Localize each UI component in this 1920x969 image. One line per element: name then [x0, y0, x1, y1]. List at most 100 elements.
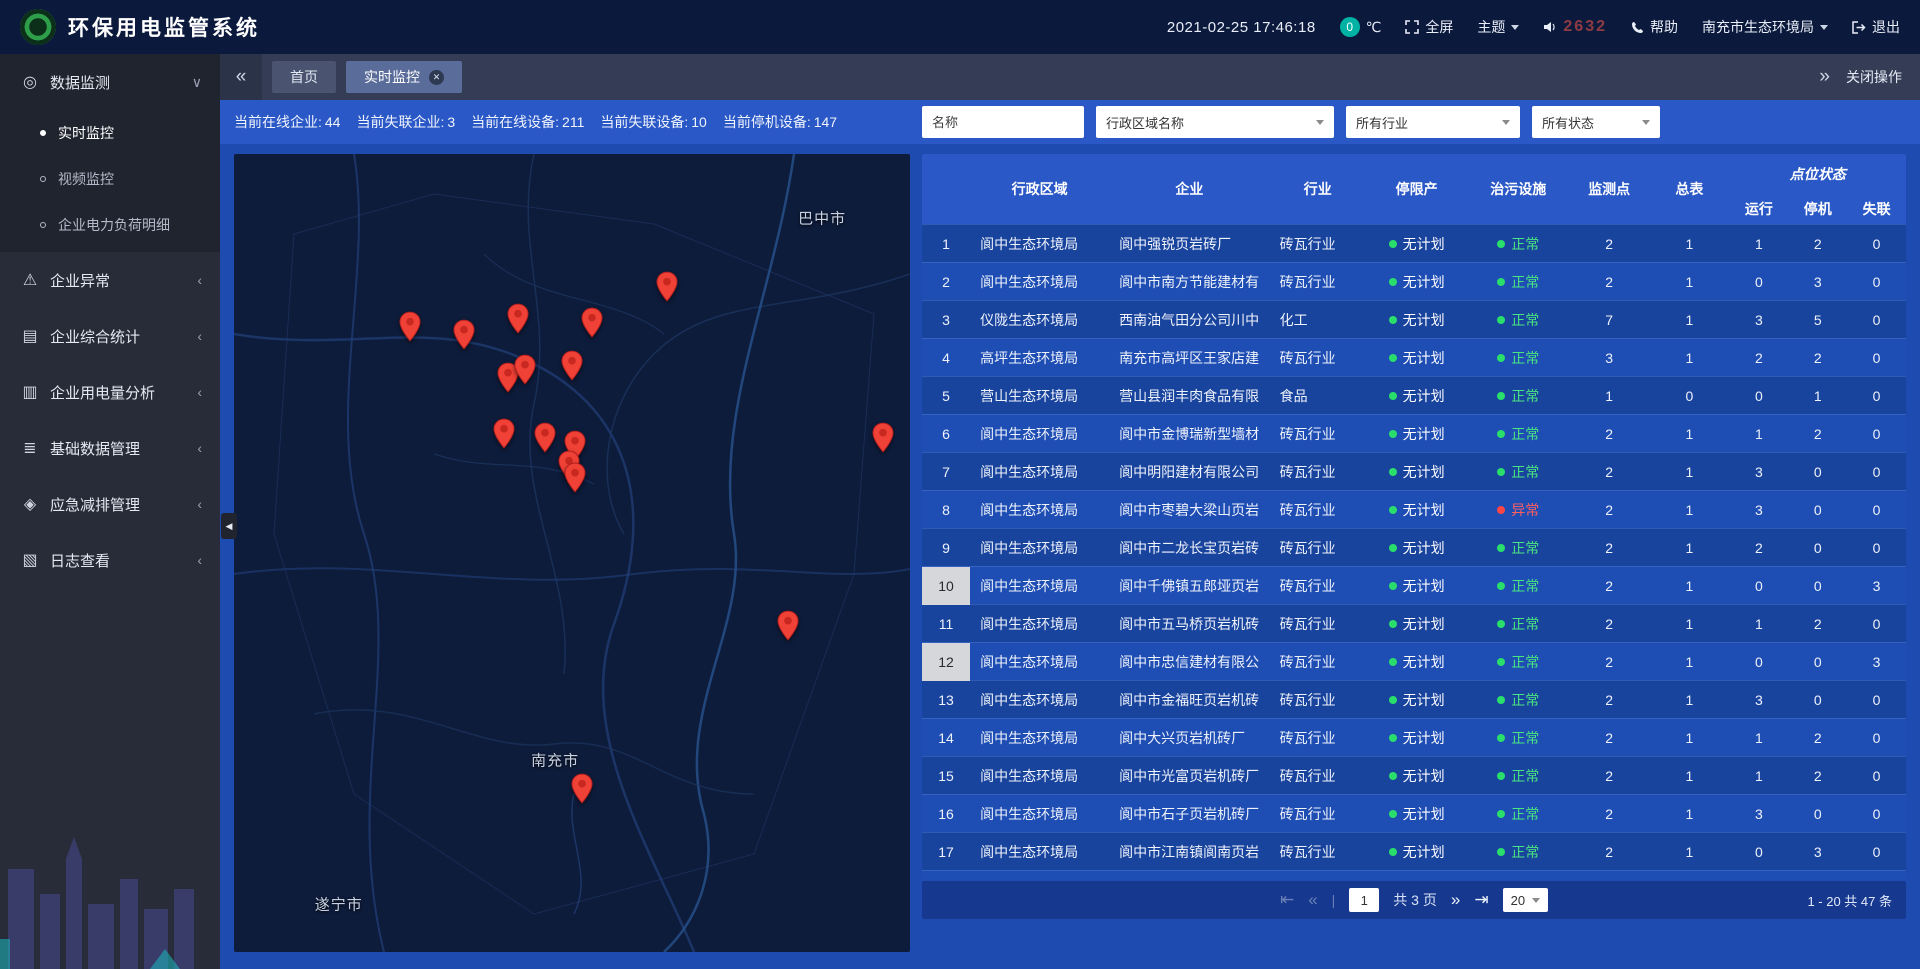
table-row[interactable]: 5 营山生态环境局 营山县润丰肉食品有限 食品 无计划 — [922, 376, 1906, 414]
fullscreen-button[interactable]: 全屏 — [1405, 17, 1453, 37]
cell-offline: 0 — [1847, 768, 1906, 784]
tab-home[interactable]: 首页 — [272, 61, 336, 93]
cell-stopped: 2 — [1788, 426, 1847, 442]
first-page-button[interactable]: ⇤ — [1280, 890, 1294, 910]
sidebar-group-enterprise-abnormal[interactable]: ⚠ 企业异常 ‹ — [0, 252, 220, 308]
cell-monitor-points: 2 — [1569, 236, 1649, 252]
help-button[interactable]: 帮助 — [1631, 17, 1678, 37]
org-dropdown[interactable]: 南充市生态环境局 — [1702, 17, 1828, 37]
map-city-label: 南充市 — [531, 750, 579, 771]
region-filter-select[interactable]: 行政区域名称 — [1096, 106, 1334, 138]
map-collapse-button[interactable]: ◀ — [221, 513, 237, 539]
map-pin-icon[interactable] — [493, 418, 516, 449]
sidebar-item-realtime-monitor[interactable]: 实时监控 — [0, 110, 220, 156]
logout-button[interactable]: 退出 — [1852, 17, 1900, 37]
row-index: 7 — [922, 453, 970, 491]
table-row[interactable]: 17 阆中生态环境局 阆中市江南镇阆南页岩 砖瓦行业 无计划 — [922, 832, 1906, 870]
facility-status-badge: 正常 — [1497, 690, 1539, 710]
cell-total-meters: 1 — [1649, 426, 1729, 442]
map-pin-icon[interactable] — [564, 462, 587, 493]
status-filter-select[interactable]: 所有状态 — [1532, 106, 1660, 138]
theme-dropdown[interactable]: 主题 — [1477, 17, 1519, 37]
map-pin-icon[interactable] — [571, 773, 594, 804]
current-page-input[interactable]: 1 — [1349, 888, 1379, 912]
cell-offline: 0 — [1847, 692, 1906, 708]
sidebar-item-video-monitor[interactable]: 视频监控 — [0, 156, 220, 202]
cell-industry: 砖瓦行业 — [1270, 538, 1366, 558]
industry-filter-select[interactable]: 所有行业 — [1346, 106, 1520, 138]
map-pin-icon[interactable] — [581, 307, 604, 338]
cell-stopped: 3 — [1788, 844, 1847, 860]
table-row[interactable]: 1 阆中生态环境局 阆中强锐页岩砖厂 砖瓦行业 无计划 — [922, 224, 1906, 262]
sidebar-item-power-load-detail[interactable]: 企业电力负荷明细 — [0, 202, 220, 248]
table-row[interactable]: 2 阆中生态环境局 阆中市南方节能建材有 砖瓦行业 无计划 — [922, 262, 1906, 300]
sidebar-group-data-monitor[interactable]: ◎ 数据监测 ∨ — [0, 54, 220, 110]
map-pin-icon[interactable] — [452, 319, 475, 350]
last-page-button[interactable]: ⇥ — [1474, 890, 1488, 910]
tabs-scroll-left-button[interactable]: « — [220, 54, 262, 100]
table-row[interactable]: 10 阆中生态环境局 阆中千佛镇五郎垭页岩 砖瓦行业 无计划 — [922, 566, 1906, 604]
cell-company: 阆中市江南镇阆南页岩 — [1109, 842, 1269, 862]
tab-realtime-monitor[interactable]: 实时监控 ✕ — [346, 61, 462, 93]
facility-status-badge: 正常 — [1497, 842, 1539, 862]
table-row[interactable]: 7 阆中生态环境局 阆中明阳建材有限公司 砖瓦行业 无计划 — [922, 452, 1906, 490]
map-pin-icon[interactable] — [513, 354, 536, 385]
filter-bar: 行政区域名称 所有行业 所有状态 — [922, 106, 1906, 138]
table-row[interactable]: 9 阆中生态环境局 阆中市二龙长宝页岩砖 砖瓦行业 无计划 — [922, 528, 1906, 566]
page-size-select[interactable]: 20 — [1503, 888, 1548, 912]
map-pin-icon[interactable] — [506, 303, 529, 334]
table-row[interactable]: 12 阆中生态环境局 阆中市忠信建材有限公 砖瓦行业 无计划 — [922, 642, 1906, 680]
sidebar-group-emergency[interactable]: ◈ 应急减排管理 ‹ — [0, 476, 220, 532]
cell-stopped: 2 — [1788, 236, 1847, 252]
table-row[interactable]: 8 阆中生态环境局 阆中市枣碧大梁山页岩 砖瓦行业 无计划 — [922, 490, 1906, 528]
status-dot-icon — [1497, 696, 1505, 704]
stats-filter-strip: 当前在线企业:44 当前失联企业:3 当前在线设备:211 当前失联设备:10 … — [220, 100, 1920, 144]
map-pin-icon[interactable] — [561, 350, 584, 381]
table-row[interactable]: 13 阆中生态环境局 阆中市金福旺页岩机砖 砖瓦行业 无计划 — [922, 680, 1906, 718]
status-dot-icon — [1497, 240, 1505, 248]
cell-region: 阆中生态环境局 — [970, 614, 1109, 634]
table-row[interactable]: 11 阆中生态环境局 阆中市五马桥页岩机砖 砖瓦行业 无计划 — [922, 604, 1906, 642]
name-filter-input[interactable] — [922, 106, 1084, 138]
stat-label: 当前停机设备: — [723, 114, 811, 130]
chevron-left-icon: ◀ — [226, 521, 233, 532]
cell-offline: 0 — [1847, 236, 1906, 252]
cell-offline: 0 — [1847, 312, 1906, 328]
sidebar-group-logs[interactable]: ▧ 日志查看 ‹ — [0, 532, 220, 588]
cell-offline: 0 — [1847, 616, 1906, 632]
prev-page-button[interactable]: « — [1308, 890, 1317, 910]
table-row[interactable]: 14 阆中生态环境局 阆中大兴页岩机砖厂 砖瓦行业 无计划 — [922, 718, 1906, 756]
next-page-button[interactable]: » — [1451, 890, 1460, 910]
notice-area[interactable]: 2632 — [1543, 18, 1607, 36]
sidebar-group-enterprise-statistics[interactable]: ▤ 企业综合统计 ‹ — [0, 308, 220, 364]
map-canvas[interactable]: 巴中市南充市遂宁市 — [234, 154, 910, 952]
production-status-badge: 无计划 — [1389, 728, 1445, 748]
cell-total-meters: 0 — [1649, 388, 1729, 404]
cell-offline: 0 — [1847, 274, 1906, 290]
table-header: 行政区域 企业 行业 停限产 治污设施 监测点 总表 点位状态 运行 停机 失联 — [922, 154, 1906, 224]
cell-offline: 3 — [1847, 654, 1906, 670]
table-row[interactable]: 4 高坪生态环境局 南充市高坪区王家店建 砖瓦行业 无计划 — [922, 338, 1906, 376]
sidebar-group-base-data[interactable]: ≣ 基础数据管理 ‹ — [0, 420, 220, 476]
map-pin-icon[interactable] — [777, 610, 800, 641]
close-icon[interactable]: ✕ — [429, 70, 444, 85]
close-operations-button[interactable]: 关闭操作 — [1846, 67, 1902, 87]
map-pin-icon[interactable] — [533, 422, 556, 453]
table-row[interactable]: 16 阆中生态环境局 阆中市石子页岩机砖厂 砖瓦行业 无计划 — [922, 794, 1906, 832]
header-industry: 行业 — [1270, 154, 1366, 224]
table-row[interactable]: 6 阆中生态环境局 阆中市金博瑞新型墙材 砖瓦行业 无计划 — [922, 414, 1906, 452]
map-pin-icon[interactable] — [655, 271, 678, 302]
cell-company: 阆中市五马桥页岩机砖 — [1109, 614, 1269, 634]
pagination-bar: ⇤ « | 1 共 3 页 » ⇥ 20 1 - 20 共 47 条 — [922, 881, 1906, 919]
tabs-scroll-right-button[interactable]: » — [1819, 66, 1830, 88]
table-row[interactable]: 3 仪陇生态环境局 西南油气田分公司川中 化工 无计划 — [922, 300, 1906, 338]
sidebar-group-power-analysis[interactable]: ▥ 企业用电量分析 ‹ — [0, 364, 220, 420]
facility-status-badge: 正常 — [1497, 576, 1539, 596]
map-pin-icon[interactable] — [398, 311, 421, 342]
map-pin-icon[interactable] — [871, 422, 894, 453]
top-header: 环保用电监管系统 2021-02-25 17:46:18 0 ℃ 全屏 主题 2… — [0, 0, 1920, 54]
table-row[interactable]: 15 阆中生态环境局 阆中市光富页岩机砖厂 砖瓦行业 无计划 — [922, 756, 1906, 794]
facility-status-badge: 正常 — [1497, 538, 1539, 558]
cell-running: 0 — [1730, 388, 1789, 404]
status-dot-icon — [1497, 734, 1505, 742]
